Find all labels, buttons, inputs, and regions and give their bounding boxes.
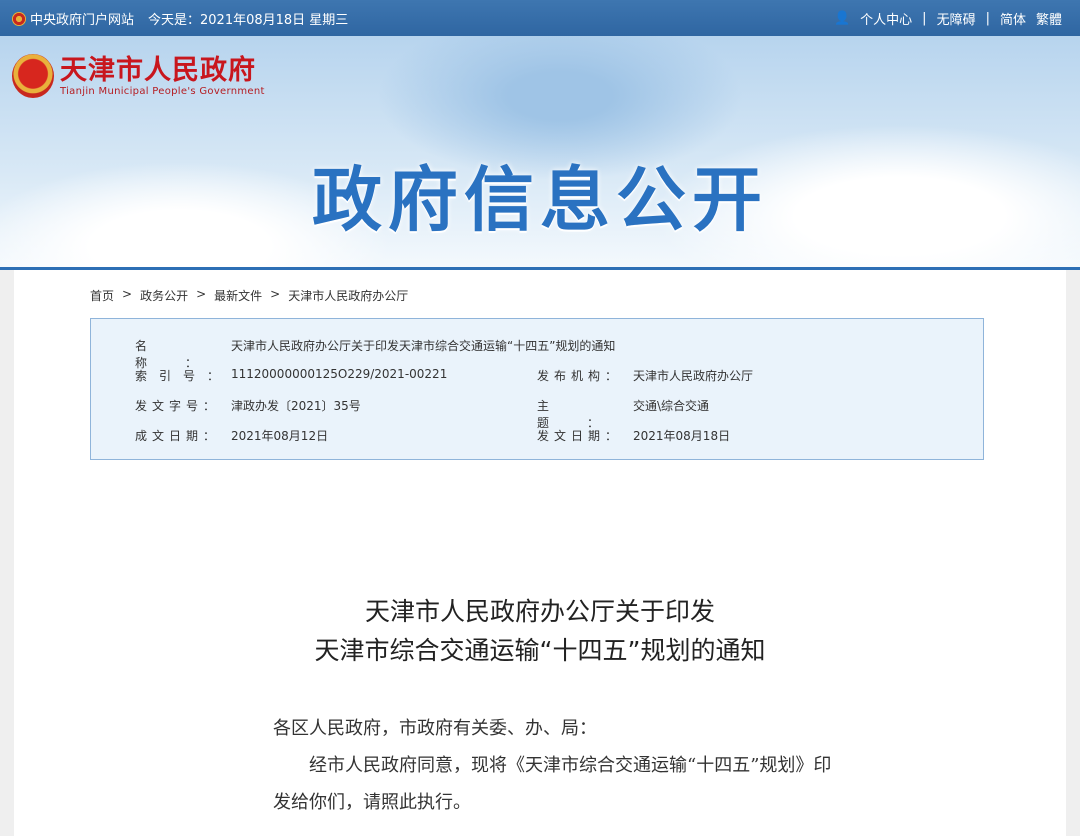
breadcrumb-home[interactable]: 首页 [90,287,114,304]
breadcrumb-latest-docs[interactable]: 最新文件 [214,287,262,304]
written-date-label: 成文日期： [135,427,231,444]
breadcrumb-sep: > [196,287,206,304]
article-title-line1: 天津市人民政府办公厅关于印发 [14,592,1066,631]
content-area: 首页> 政务公开> 最新文件> 天津市人民政府办公厅 名称：天津市人民政府办公厅… [14,270,1066,836]
user-icon: 👤 [834,11,850,26]
article-title-line2: 天津市综合交通运输“十四五”规划的通知 [14,631,1066,670]
docno-label: 发文字号： [135,397,231,414]
written-date: 2021年08月12日 [231,427,328,444]
breadcrumb: 首页 > 政务公开 > 最新文件 > 天津市人民政府办公厅 [90,287,408,304]
banner: 天津市人民政府Tianjin Municipal People's Govern… [0,36,1080,268]
index-number: 11120000000125O229/2021-00221 [231,367,447,384]
accessibility-link[interactable]: 无障碍 [937,9,976,28]
publisher-label: 发布机构： [537,367,633,384]
paragraph: 经市人民政府同意，现将《天津市综合交通运输“十四五”规划》印发给你们，请照此执行… [273,747,833,821]
national-emblem-icon [12,12,26,26]
top-bar: 中央政府门户网站 今天是：2021年08月18日 星期三 👤 个人中心 | 无障… [0,0,1080,36]
personal-center-link[interactable]: 个人中心 [860,9,912,28]
article-body: 各区人民政府，市政府有关委、办、局： 经市人民政府同意，现将《天津市综合交通运输… [273,710,833,821]
doc-name: 天津市人民政府办公厅关于印发天津市综合交通运输“十四五”规划的通知 [231,337,615,371]
breadcrumb-sep: > [270,287,280,304]
publisher: 天津市人民政府办公厅 [633,367,753,384]
traditional-chinese-link[interactable]: 繁體 [1036,9,1062,28]
central-gov-portal-link[interactable]: 中央政府门户网站 [30,9,134,28]
document-number: 津政办发〔2021〕35号 [231,397,361,414]
issued-date: 2021年08月18日 [633,427,730,444]
index-label: 索引号： [135,367,231,384]
logo-cn: 天津市人民政府 [60,56,265,86]
divider: | [986,11,990,26]
breadcrumb-sep: > [122,287,132,304]
site-logo[interactable]: 天津市人民政府Tianjin Municipal People's Govern… [12,54,265,98]
banner-title: 政府信息公开 [0,144,1080,245]
name-label: 名称： [135,337,231,371]
document-info-box: 名称：天津市人民政府办公厅关于印发天津市综合交通运输“十四五”规划的通知 索引号… [90,318,984,460]
topic-label: 主题： [537,397,633,431]
current-date: 今天是：2021年08月18日 星期三 [148,9,348,28]
salutation: 各区人民政府，市政府有关委、办、局： [273,710,833,747]
breadcrumb-office[interactable]: 天津市人民政府办公厅 [288,287,408,304]
logo-en: Tianjin Municipal People's Government [60,86,265,97]
article-title: 天津市人民政府办公厅关于印发 天津市综合交通运输“十四五”规划的通知 [14,592,1066,670]
simplified-chinese-link[interactable]: 简体 [1000,9,1026,28]
topic: 交通\综合交通 [633,397,709,431]
breadcrumb-gov-affairs[interactable]: 政务公开 [140,287,188,304]
emblem-icon [12,54,54,98]
issued-date-label: 发文日期： [537,427,633,444]
divider: | [922,11,926,26]
